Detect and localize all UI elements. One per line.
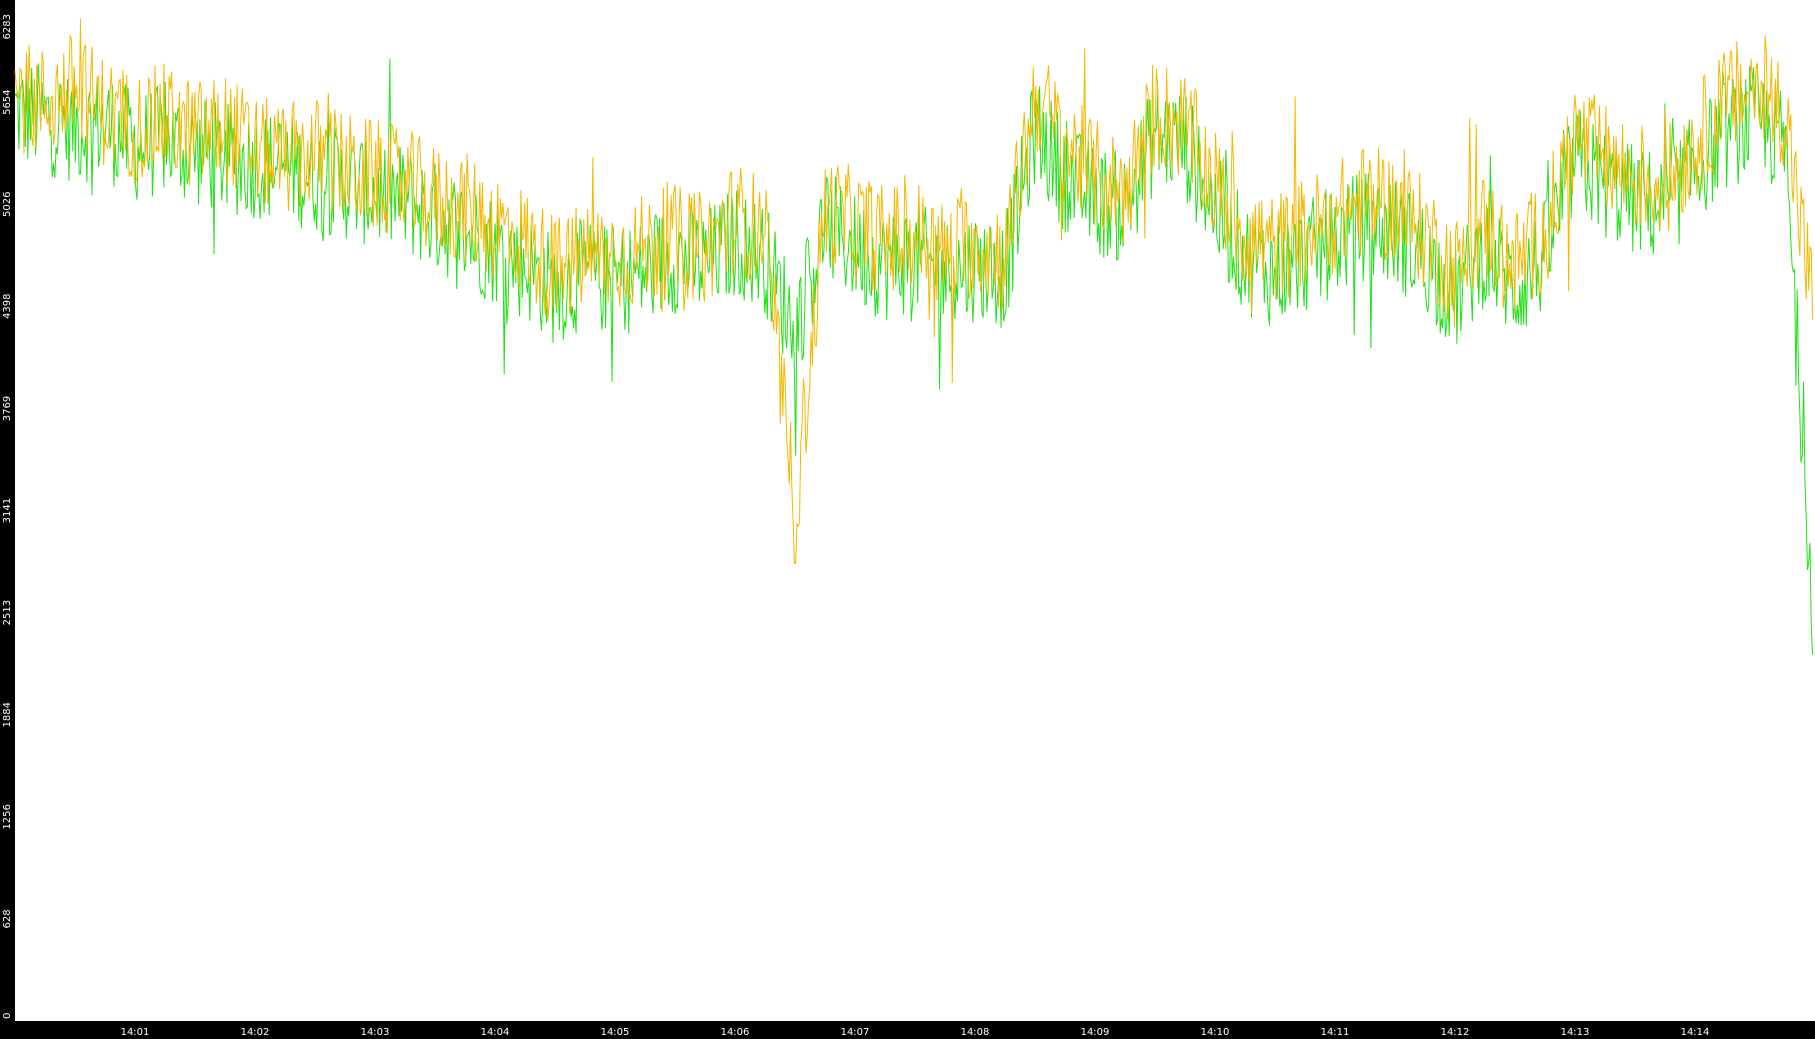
x-tick-label: 14:14 [1681, 1027, 1710, 1038]
y-tick-label: 6283 [2, 14, 13, 39]
x-tick-label: 14:10 [1201, 1027, 1230, 1038]
y-tick-label: 3769 [2, 396, 13, 421]
y-tick-label: 1256 [2, 804, 13, 829]
x-tick-label: 14:13 [1561, 1027, 1590, 1038]
x-tick-label: 14:11 [1321, 1027, 1350, 1038]
y-tick-label: 3141 [2, 498, 13, 523]
y-tick-label: 5654 [2, 89, 13, 114]
y-tick-label: 4398 [2, 294, 13, 319]
chart-svg: 0 628 1256 1884 2513 3141 3769 4398 5026 5654 6283… [2, 0, 1815, 1038]
x-tick-label: 14:06 [721, 1027, 750, 1038]
x-tick-label: 14:09 [1081, 1027, 1110, 1038]
y-tick-label: 5026 [2, 192, 13, 217]
x-tick-label: 14:01 [121, 1027, 150, 1038]
x-tick-label: 14:03 [361, 1027, 390, 1038]
y-axis: 0 628 1256 1884 2513 3141 3769 4398 5026 5654 6283 [2, 14, 13, 1019]
y-tick-label: 2513 [2, 600, 13, 625]
x-tick-label: 14:08 [961, 1027, 990, 1038]
x-tick-label: 14:07 [841, 1027, 870, 1038]
x-axis: 14:01 14:02 14:03 14:04 14:05 14:06 14:07 14:08… [121, 1027, 1710, 1038]
x-tick-label: 14:12 [1441, 1027, 1470, 1038]
y-tick-label: 0 [2, 1013, 13, 1019]
y-tick-label: 628 [2, 909, 13, 928]
y-tick-label: 1884 [2, 702, 13, 727]
x-tick-label: 14:02 [241, 1027, 270, 1038]
chart-panel: 0 628 1256 1884 2513 3141 3769 4398 5026 5654 6283… [0, 0, 1815, 1039]
x-tick-label: 14:05 [601, 1027, 630, 1038]
x-tick-label: 14:04 [481, 1027, 510, 1038]
